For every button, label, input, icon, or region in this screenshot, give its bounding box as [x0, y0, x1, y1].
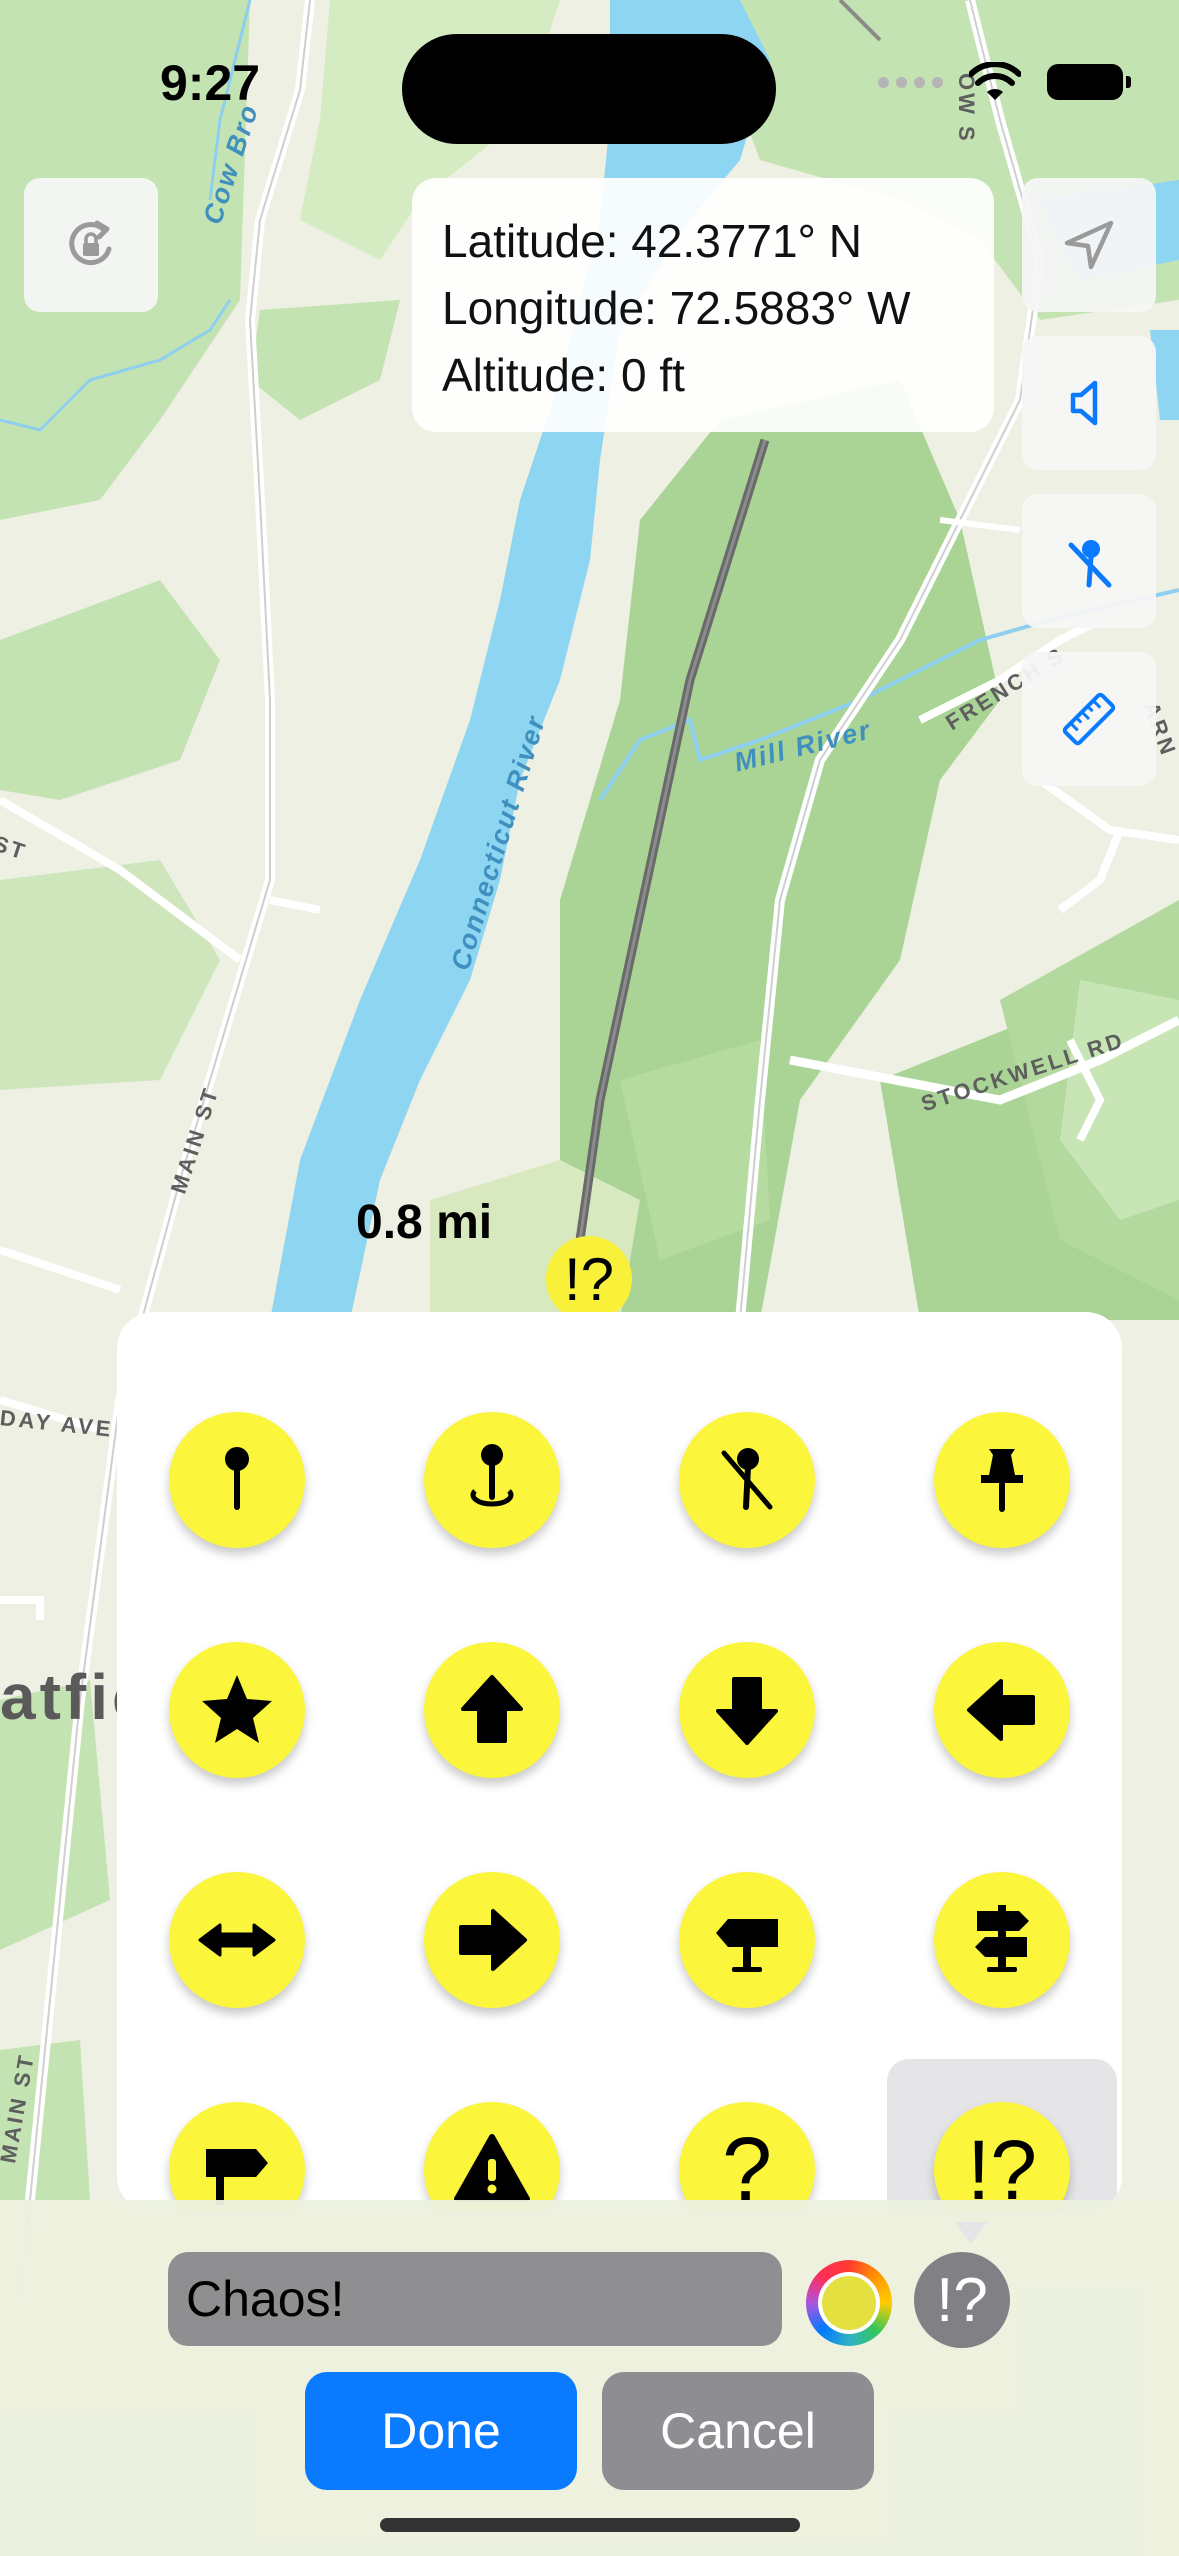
hide-pins-button[interactable]: [1022, 494, 1156, 628]
ruler-icon: [1062, 692, 1116, 746]
symbol-star[interactable]: [169, 1642, 305, 1778]
arrow-left-icon: [967, 1679, 1035, 1741]
dynamic-island: [402, 34, 776, 144]
symbol-pin-slash[interactable]: [679, 1412, 815, 1548]
mappin-and-ellipse-icon: [470, 1444, 514, 1507]
altitude-text: Altitude: 0 ft: [442, 349, 685, 401]
location-arrow-icon: [1064, 220, 1114, 270]
wifi-icon: [969, 62, 1021, 100]
symbol-signpost-left[interactable]: [679, 1872, 815, 2008]
arrow-left-right-icon: [198, 1923, 276, 1957]
coordinates-panel: Latitude: 42.3771° N Longitude: 72.5883°…: [412, 178, 994, 432]
mappin-icon: [225, 1447, 249, 1510]
map-marker-symbol: !?: [563, 1245, 615, 1313]
speaker-icon: [1070, 380, 1098, 426]
symbol-arrow-down[interactable]: [679, 1642, 815, 1778]
voice-button[interactable]: [1022, 336, 1156, 470]
picker-callout-arrow: [955, 2222, 987, 2244]
interrobang-icon: !?: [966, 2122, 1038, 2213]
color-well-inner: [818, 2272, 880, 2334]
symbol-pushpin[interactable]: [934, 1412, 1070, 1548]
marker-name-field[interactable]: [168, 2252, 782, 2346]
symbol-question[interactable]: ?: [679, 2102, 815, 2212]
arrow-up-icon: [461, 1675, 523, 1743]
rotate-lock-icon: [69, 220, 112, 266]
selected-color-swatch: [822, 2276, 876, 2330]
map-marker[interactable]: !?: [546, 1236, 632, 1322]
status-time: 9:27: [160, 55, 261, 111]
location-button[interactable]: [1022, 178, 1156, 312]
symbol-pin[interactable]: [169, 1412, 305, 1548]
pushpin-icon: [981, 1449, 1023, 1512]
symbol-arrow-left[interactable]: [934, 1642, 1070, 1778]
arrow-right-icon: [459, 1909, 527, 1971]
symbol-signpost-right[interactable]: [169, 2102, 305, 2212]
cancel-button[interactable]: Cancel: [602, 2372, 874, 2490]
latitude-text: Latitude: 42.3771° N: [442, 215, 862, 267]
signpost-right-left-icon: [975, 1905, 1029, 1972]
mappin-slash-icon: [721, 1448, 773, 1510]
status-icons: [878, 62, 1131, 102]
symbol-picker: ? !?: [117, 1312, 1122, 2212]
signpost-right-icon: [206, 2149, 268, 2205]
symbol-warning[interactable]: [424, 2102, 560, 2212]
pin-slash-icon: [1068, 540, 1112, 588]
warning-triangle-icon: [454, 2134, 530, 2202]
symbol-signpost-right-left[interactable]: [934, 1872, 1070, 2008]
rotation-lock-button[interactable]: [24, 178, 158, 312]
symbol-arrow-left-right[interactable]: [169, 1872, 305, 2008]
symbol-picker-button[interactable]: !?: [914, 2252, 1010, 2348]
arrow-down-icon: [716, 1677, 778, 1745]
star-icon: [202, 1675, 272, 1743]
battery-icon: [1047, 64, 1131, 100]
distance-label: 0.8 mi: [356, 1196, 493, 1249]
symbol-pin-and-ellipse[interactable]: [424, 1412, 560, 1548]
measure-button[interactable]: [1022, 652, 1156, 786]
signpost-left-icon: [716, 1919, 778, 1972]
done-button[interactable]: Done: [305, 2372, 577, 2490]
cellular-signal-icon: [878, 76, 943, 88]
home-indicator: [380, 2518, 800, 2532]
question-mark-icon: ?: [721, 2119, 773, 2213]
symbol-arrow-right[interactable]: [424, 1872, 560, 2008]
symbol-arrow-up[interactable]: [424, 1642, 560, 1778]
longitude-text: Longitude: 72.5883° W: [442, 282, 911, 334]
selected-symbol-icon: !?: [936, 2265, 988, 2335]
color-picker-button[interactable]: [806, 2260, 892, 2346]
